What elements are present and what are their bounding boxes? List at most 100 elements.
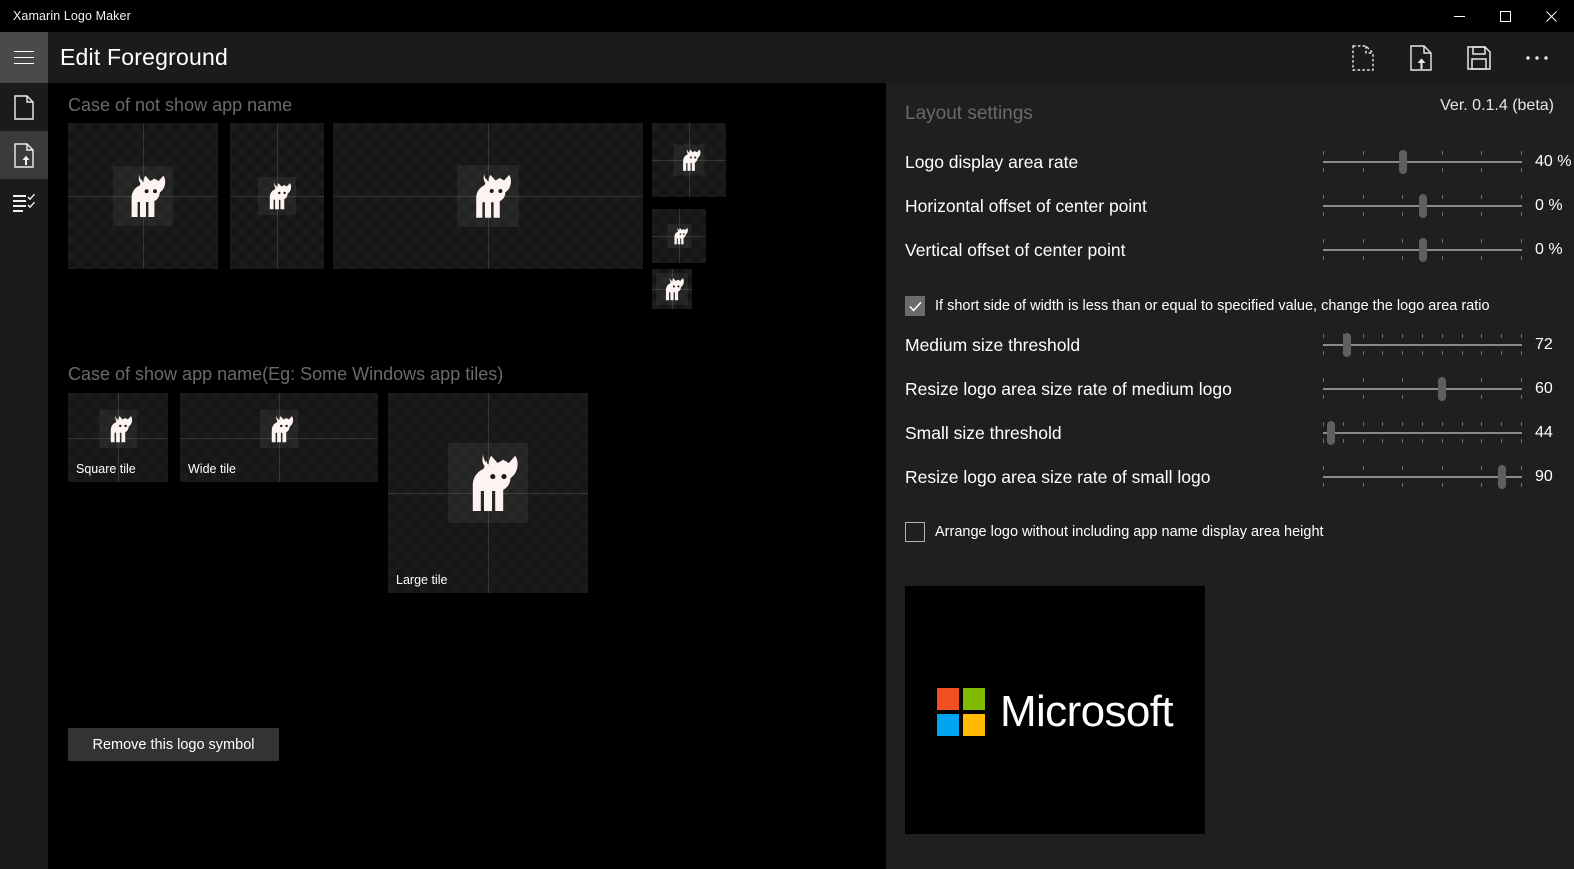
- cat-logo-icon: [683, 148, 701, 171]
- setting-horizontal-offset: Horizontal offset of center point 0 %: [905, 191, 1563, 221]
- arrange-checkbox-label: Arrange logo without including app name …: [935, 524, 1324, 540]
- sidebar-item-document[interactable]: [0, 83, 48, 131]
- menu-button[interactable]: [0, 32, 48, 83]
- tile-large[interactable]: Large tile: [388, 393, 588, 593]
- slider-thumb[interactable]: [1342, 333, 1351, 357]
- slider-value: 40 %: [1535, 153, 1572, 170]
- slider-vertical-offset[interactable]: [1323, 237, 1522, 263]
- tile-label: Wide tile: [188, 462, 236, 476]
- threshold-checkbox-row[interactable]: If short side of width is less than or e…: [905, 296, 1490, 316]
- logo-area: [113, 166, 173, 226]
- setting-resize-medium-logo: Resize logo area size rate of medium log…: [905, 374, 1555, 404]
- tile-large-square[interactable]: [68, 123, 218, 269]
- square-top-right: [962, 688, 985, 710]
- slider-ticks-bottom: [1323, 483, 1522, 487]
- arrange-checkbox[interactable]: [905, 522, 925, 542]
- square-bottom-left: [936, 714, 959, 736]
- setting-label: Logo display area rate: [905, 151, 1079, 172]
- square-top-left: [936, 688, 959, 710]
- tile-wide-no-name[interactable]: [333, 123, 643, 269]
- import-file-icon: [1410, 44, 1432, 71]
- setting-label: Vertical offset of center point: [905, 239, 1126, 260]
- command-buttons: [1334, 32, 1566, 83]
- microsoft-wordmark: Microsoft: [999, 687, 1174, 736]
- slider-ticks-top: [1323, 334, 1522, 338]
- import-file-button[interactable]: [1392, 32, 1450, 83]
- remove-logo-symbol-button[interactable]: Remove this logo symbol: [68, 728, 279, 761]
- tile-square[interactable]: Square tile: [68, 393, 168, 482]
- cat-logo-icon: [665, 277, 684, 301]
- layout-settings-panel: Layout settings Ver. 0.1.4 (beta) Logo d…: [886, 83, 1574, 869]
- arrange-checkbox-row[interactable]: Arrange logo without including app name …: [905, 522, 1324, 542]
- slider-track: [1323, 388, 1522, 390]
- hamburger-icon: [14, 50, 34, 65]
- slider-thumb[interactable]: [1418, 238, 1427, 262]
- slider-track: [1323, 161, 1522, 163]
- slider-track: [1323, 432, 1522, 434]
- setting-label: Small size threshold: [905, 422, 1062, 443]
- slider-ticks-top: [1323, 378, 1522, 382]
- logo-area: [260, 409, 298, 448]
- threshold-checkbox[interactable]: [905, 296, 925, 316]
- setting-label: Resize logo area size rate of small logo: [905, 466, 1211, 487]
- slider-value: 60: [1535, 380, 1553, 397]
- slider-value: 90: [1535, 468, 1553, 485]
- logo-area: [667, 224, 691, 248]
- version-label: Ver. 0.1.4 (beta): [1440, 97, 1554, 114]
- sidebar-item-checklist[interactable]: [0, 179, 48, 227]
- logo-area: [258, 177, 296, 215]
- slider-ticks-bottom: [1323, 351, 1522, 355]
- cat-logo-icon: [131, 174, 166, 217]
- tile-small-square[interactable]: [230, 123, 324, 269]
- slider-thumb[interactable]: [1498, 465, 1507, 489]
- slider-resize-small-logo[interactable]: [1323, 464, 1522, 490]
- page-title: Edit Foreground: [60, 44, 228, 70]
- tile-stack-1[interactable]: [652, 123, 726, 197]
- slider-value: 72: [1535, 336, 1553, 353]
- checkmark-icon: [908, 301, 922, 312]
- slider-thumb[interactable]: [1398, 150, 1407, 174]
- slider-thumb[interactable]: [1418, 194, 1427, 218]
- setting-vertical-offset: Vertical offset of center point 0 %: [905, 235, 1563, 265]
- cat-logo-icon: [472, 454, 518, 511]
- save-button[interactable]: [1450, 32, 1508, 83]
- minimize-button[interactable]: [1436, 0, 1482, 32]
- more-icon: [1526, 55, 1548, 60]
- setting-logo-display-area-rate: Logo display area rate 40 %: [905, 147, 1571, 177]
- more-options-button[interactable]: [1508, 32, 1566, 83]
- setting-resize-small-logo: Resize logo area size rate of small logo…: [905, 462, 1555, 492]
- sidebar-item-foreground[interactable]: [0, 131, 48, 179]
- slider-horizontal-offset[interactable]: [1323, 193, 1522, 219]
- window-title: Xamarin Logo Maker: [13, 9, 131, 23]
- slider-ticks-bottom: [1323, 168, 1522, 172]
- logo-preview[interactable]: Microsoft: [905, 586, 1205, 834]
- slider-logo-display-area-rate[interactable]: [1323, 149, 1522, 175]
- list-check-icon: [13, 193, 36, 212]
- logo-area: [457, 165, 519, 227]
- preview-area: Case of not show app name Case of show a…: [48, 83, 885, 869]
- slider-resize-medium-logo[interactable]: [1323, 376, 1522, 402]
- tile-stack-2[interactable]: [652, 209, 706, 263]
- tile-wide[interactable]: Wide tile: [180, 393, 378, 482]
- slider-thumb[interactable]: [1438, 377, 1447, 401]
- setting-medium-size-threshold: Medium size threshold 72: [905, 330, 1555, 360]
- maximize-button[interactable]: [1482, 0, 1528, 32]
- section-heading-show-app-name: Case of show app name(Eg: Some Windows a…: [68, 364, 504, 384]
- setting-label: Horizontal offset of center point: [905, 195, 1147, 216]
- command-bar: Edit Foreground: [0, 32, 1574, 83]
- slider-ticks-top: [1323, 466, 1522, 470]
- slider-small-size-threshold[interactable]: [1323, 420, 1522, 446]
- app-window: Xamarin Logo Maker Edit Foreground Case …: [0, 0, 1574, 869]
- setting-small-size-threshold: Small size threshold 44: [905, 418, 1555, 448]
- setting-label: Medium size threshold: [905, 334, 1081, 355]
- slider-ticks-bottom: [1323, 439, 1522, 443]
- tile-stack-3[interactable]: [652, 269, 692, 309]
- close-button[interactable]: [1528, 0, 1574, 32]
- slider-thumb[interactable]: [1326, 421, 1335, 445]
- slider-medium-size-threshold[interactable]: [1323, 332, 1522, 358]
- new-file-button[interactable]: [1334, 32, 1392, 83]
- cat-logo-icon: [674, 227, 688, 245]
- slider-track: [1323, 344, 1522, 346]
- slider-track: [1323, 476, 1522, 478]
- cat-logo-icon: [110, 414, 133, 442]
